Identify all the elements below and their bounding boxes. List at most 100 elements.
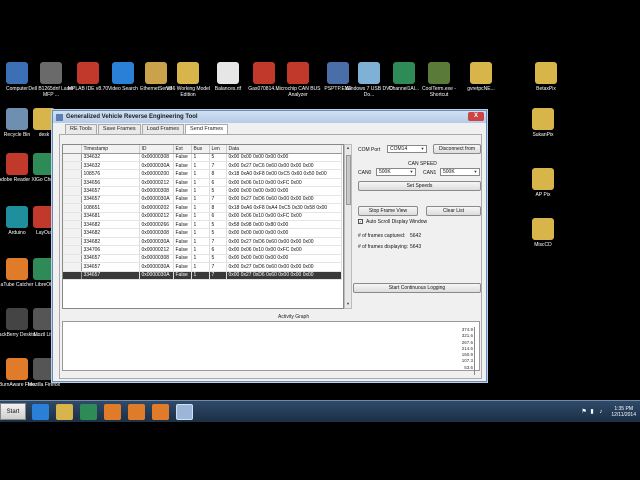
grid-scrollbar[interactable]: ▲ ▼: [344, 144, 352, 309]
table-row[interactable]: 334657 0x0000030A False 1 7 0x00 0x27 0xD6 0x…: [63, 262, 342, 272]
cell-timestamp: 334657: [81, 262, 140, 272]
stop-frame-view-button[interactable]: Stop Frame View: [358, 206, 418, 216]
table-row[interactable]: 334632 0x0000030A False 1 7 0x00 0x27 0xC6 0x…: [63, 161, 342, 171]
tab-load-frames[interactable]: Load Frames: [141, 124, 185, 134]
table-row[interactable]: 334706 0x00000212 False 1 6 0x00 0x06 0x10 0x…: [63, 245, 342, 255]
scroll-down-icon[interactable]: ▼: [345, 301, 351, 308]
row-header[interactable]: [63, 203, 82, 213]
cell-data: 0x00 0x06 0x10 0x00 0xFC 0x00: [226, 178, 342, 188]
row-header[interactable]: [63, 195, 82, 205]
table-row[interactable]: 334656 0x00000212 False 1 6 0x00 0x06 0x10 0x…: [63, 178, 342, 188]
row-header[interactable]: [63, 220, 82, 230]
row-header[interactable]: [63, 237, 82, 247]
can0-label: CAN0: [358, 170, 372, 176]
media-player-icon[interactable]: [104, 404, 121, 420]
column-header-len[interactable]: Len: [209, 145, 227, 154]
table-row[interactable]: 334681 0x00000212 False 1 6 0x00 0x06 0x10 0x…: [63, 212, 342, 222]
cell-len: 5: [209, 186, 227, 196]
row-header[interactable]: [63, 153, 82, 162]
cell-id: 0x00000212: [139, 245, 174, 255]
frames-grid[interactable]: Timestamp ID Ext Bus Len Data 334632 0x0000030…: [62, 144, 344, 309]
top-desktop-icon[interactable]: BetaxPix: [520, 62, 572, 92]
row-header[interactable]: [63, 178, 82, 188]
can1-value: 500K: [443, 169, 455, 175]
flag-icon[interactable]: ⚑: [581, 409, 587, 415]
clock[interactable]: 1:35 PM 12/11/2014: [611, 406, 636, 418]
row-header[interactable]: [63, 254, 82, 264]
activity-graph-label: Activity Graph: [278, 314, 310, 320]
close-button[interactable]: X: [468, 112, 484, 121]
row-header[interactable]: [63, 262, 82, 272]
auto-scroll-checkbox[interactable]: ✓: [358, 219, 363, 224]
chrome-icon[interactable]: [80, 404, 97, 420]
table-row[interactable]: 108651 0x00000202 False 1 8 0x18 0xA6 0xF8 0x…: [63, 203, 342, 213]
row-header[interactable]: [63, 228, 82, 238]
row-header[interactable]: [63, 186, 82, 196]
graph-y-tick-label: 53.6: [464, 364, 473, 370]
vlc-icon[interactable]: [152, 404, 169, 420]
cell-timestamp: 334706: [81, 245, 140, 255]
clear-list-button[interactable]: Clear List: [426, 206, 481, 216]
table-row[interactable]: 334682 0x00000266 False 1 5 0x58 0x98 0x00 0x…: [63, 220, 342, 230]
tab-body: Timestamp ID Ext Bus Len Data 334632 0x0000030…: [59, 134, 482, 379]
cell-id: 0x0000030A: [139, 237, 174, 247]
right-desktop-icon[interactable]: SukanPix: [517, 108, 569, 138]
start-button[interactable]: Start: [0, 403, 26, 420]
can1-select[interactable]: 500K ▼: [440, 168, 480, 176]
row-header[interactable]: [63, 161, 82, 171]
table-row[interactable]: 334657 0x00000308 False 1 5 0x00 0x00 0x00 0x…: [63, 254, 342, 264]
com-port-select[interactable]: COM14 ▼: [387, 145, 427, 153]
tab-re-tools[interactable]: RE Tools: [65, 124, 97, 134]
table-row[interactable]: 334657 0x0000030A False 1 7 0x00 0x27 0xD6 0x…: [63, 271, 342, 281]
cell-timestamp: 334657: [81, 186, 140, 196]
disconnect-button[interactable]: Disconnect from: [433, 144, 481, 154]
ie-icon[interactable]: [32, 404, 49, 420]
can0-select[interactable]: 500K ▼: [376, 168, 416, 176]
scroll-thumb[interactable]: [346, 155, 351, 205]
title-bar[interactable]: Generalized Vehicle Reverse Engineering …: [53, 111, 486, 123]
cell-ext: False: [173, 186, 192, 196]
cell-data: 0x00 0x00 0x00 0x00 0x00: [226, 254, 342, 264]
volume-icon[interactable]: ♪: [599, 409, 605, 415]
firefox-icon[interactable]: [128, 404, 145, 420]
start-continuous-logging-button[interactable]: Start Continuous Logging: [353, 283, 481, 293]
cell-data: 0x00 0x27 0xC6 0x60 0x00 0x00 0x00: [226, 161, 342, 171]
table-row[interactable]: 108576 0x00000200 False 1 8 0x18 0xA0 0xF8 0x…: [63, 169, 342, 179]
network-icon[interactable]: ▮: [590, 409, 596, 415]
table-row[interactable]: 334682 0x00000308 False 1 5 0x00 0x00 0x00 0x…: [63, 228, 342, 238]
table-row[interactable]: 334632 0x00000308 False 1 5 0x00 0x00 0x00 0x…: [63, 153, 342, 162]
chevron-down-icon: ▼: [420, 146, 425, 151]
column-header-ext[interactable]: Ext: [173, 145, 192, 154]
table-row[interactable]: 334657 0x00000308 False 1 5 0x00 0x00 0x00 0x…: [63, 186, 342, 196]
right-desktop-icon[interactable]: AP Pix: [517, 168, 569, 198]
right-desktop-icon[interactable]: MiscCD: [517, 218, 569, 248]
row-header[interactable]: [63, 212, 82, 222]
cell-ext: False: [173, 212, 192, 222]
column-header-id[interactable]: ID: [139, 145, 174, 154]
column-header-data[interactable]: Data: [226, 145, 342, 154]
row-header[interactable]: [63, 169, 82, 179]
cell-id: 0x00000200: [139, 169, 174, 179]
top-desktop-icon[interactable]: gvretpcNE...: [455, 62, 507, 92]
row-header[interactable]: [63, 245, 82, 255]
cell-id: 0x00000202: [139, 203, 174, 213]
column-header-timestamp[interactable]: Timestamp: [81, 145, 140, 154]
scroll-up-icon[interactable]: ▲: [345, 145, 351, 152]
cell-bus: 1: [191, 178, 210, 188]
table-row[interactable]: 334657 0x0000030A False 1 7 0x00 0x27 0xD6 0x…: [63, 195, 342, 205]
grid-header-row: Timestamp ID Ext Bus Len Data: [63, 145, 342, 154]
tab-save-frames[interactable]: Save Frames: [97, 124, 141, 134]
table-row[interactable]: 334682 0x0000030A False 1 7 0x00 0x27 0xD6 0x…: [63, 237, 342, 247]
explorer-icon[interactable]: [56, 404, 73, 420]
set-speeds-button[interactable]: Set Speeds: [358, 181, 481, 191]
cell-bus: 1: [191, 169, 210, 179]
cell-len: 6: [209, 212, 227, 222]
chevron-down-icon: ▼: [473, 169, 478, 174]
cell-len: 7: [209, 271, 227, 281]
app-icon[interactable]: [176, 404, 193, 420]
desktop-icon-label: AP Pix: [535, 192, 551, 198]
row-header[interactable]: [63, 271, 82, 281]
column-header-bus[interactable]: Bus: [191, 145, 210, 154]
tab-send-frames[interactable]: Send Frames: [185, 124, 229, 134]
cell-bus: 1: [191, 228, 210, 238]
